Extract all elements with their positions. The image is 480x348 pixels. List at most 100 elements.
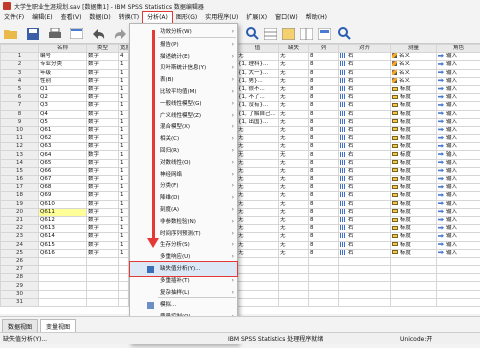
table-cell[interactable]: 无 xyxy=(237,192,279,200)
table-cell[interactable]: 无 xyxy=(279,241,309,249)
table-cell[interactable]: 输入 xyxy=(437,241,480,249)
table-cell[interactable] xyxy=(237,298,279,306)
table-cell[interactable]: 右 xyxy=(339,135,391,143)
table-cell[interactable]: 数字 xyxy=(87,69,119,77)
table-cell[interactable]: 无 xyxy=(279,216,309,224)
table-cell[interactable]: 标度 xyxy=(391,176,437,184)
table-cell[interactable]: 无 xyxy=(237,167,279,175)
menu-6[interactable]: 图形(G) xyxy=(172,12,201,23)
table-cell[interactable]: 无 xyxy=(279,225,309,233)
table-cell[interactable]: 输入 xyxy=(437,208,480,216)
table-cell[interactable]: 无 xyxy=(279,61,309,69)
table-cell[interactable]: 无 xyxy=(237,176,279,184)
table-cell[interactable]: 标度 xyxy=(391,143,437,151)
table-cell[interactable] xyxy=(87,290,119,298)
table-cell[interactable]: 无 xyxy=(279,233,309,241)
table-cell[interactable]: 无 xyxy=(279,126,309,134)
table-cell[interactable]: 右 xyxy=(339,53,391,61)
table-cell[interactable]: 1 xyxy=(119,118,129,126)
table-cell[interactable]: 专业分类 xyxy=(39,61,87,69)
table-cell[interactable]: 输入 xyxy=(437,176,480,184)
table-cell[interactable]: Q5 xyxy=(39,118,87,126)
table-cell[interactable]: 右 xyxy=(339,61,391,69)
table-cell[interactable] xyxy=(39,290,87,298)
table-cell[interactable] xyxy=(437,290,480,298)
menu-1[interactable]: 编辑(E) xyxy=(28,12,56,23)
table-cell[interactable]: Q62 xyxy=(39,135,87,143)
table-cell[interactable]: 标度 xyxy=(391,216,437,224)
table-cell[interactable]: 右 xyxy=(339,241,391,249)
table-cell[interactable] xyxy=(391,266,437,274)
table-cell[interactable] xyxy=(309,266,339,274)
table-cell[interactable] xyxy=(309,298,339,306)
table-cell[interactable]: 无 xyxy=(279,176,309,184)
table-cell[interactable]: 标度 xyxy=(391,135,437,143)
tab-variable-view[interactable]: 变量视图 xyxy=(40,319,76,332)
table-cell[interactable]: 标度 xyxy=(391,208,437,216)
table-cell[interactable] xyxy=(119,290,129,298)
table-cell[interactable] xyxy=(87,266,119,274)
table-cell[interactable]: 1 xyxy=(119,94,129,102)
table-cell[interactable]: 8 xyxy=(309,159,339,167)
table-cell[interactable]: 8 xyxy=(309,118,339,126)
table-cell[interactable]: 标度 xyxy=(391,159,437,167)
table-cell[interactable]: 8 xyxy=(309,69,339,77)
table-cell[interactable]: 右 xyxy=(339,167,391,175)
table-cell[interactable]: 无 xyxy=(279,135,309,143)
table-cell[interactable]: 8 xyxy=(309,126,339,134)
table-cell[interactable]: {1, 很不... xyxy=(237,85,279,93)
table-cell[interactable]: Q4 xyxy=(39,110,87,118)
table-cell[interactable]: 输入 xyxy=(437,143,480,151)
table-cell[interactable]: Q610 xyxy=(39,200,87,208)
table-cell[interactable]: 输入 xyxy=(437,77,480,85)
table-cell[interactable]: Q616 xyxy=(39,249,87,257)
table-cell[interactable]: 输入 xyxy=(437,118,480,126)
table-cell[interactable]: 数字 xyxy=(87,151,119,159)
table-cell[interactable] xyxy=(391,282,437,290)
search-icon[interactable] xyxy=(336,26,353,41)
table-cell[interactable]: 数字 xyxy=(87,85,119,93)
table-cell[interactable]: 无 xyxy=(237,208,279,216)
table-cell[interactable]: 标度 xyxy=(391,94,437,102)
table-cell[interactable]: 输入 xyxy=(437,135,480,143)
table-cell[interactable]: 8 xyxy=(309,102,339,110)
table-cell[interactable] xyxy=(391,290,437,298)
table-cell[interactable]: Q613 xyxy=(39,225,87,233)
table-cell[interactable]: 右 xyxy=(339,176,391,184)
table-cell[interactable]: 8 xyxy=(309,225,339,233)
table-cell[interactable]: 8 xyxy=(309,208,339,216)
table-cell[interactable]: 无 xyxy=(279,151,309,159)
table-cell[interactable]: 右 xyxy=(339,216,391,224)
table-cell[interactable]: 右 xyxy=(339,126,391,134)
table-cell[interactable]: Q67 xyxy=(39,176,87,184)
table-cell[interactable]: 数字 xyxy=(87,233,119,241)
table-cell[interactable]: Q65 xyxy=(39,159,87,167)
table-cell[interactable]: 8 xyxy=(309,110,339,118)
table-cell[interactable] xyxy=(87,282,119,290)
table-cell[interactable]: 数字 xyxy=(87,216,119,224)
menu-3[interactable]: 数据(D) xyxy=(85,12,114,23)
menu-0[interactable]: 文件(F) xyxy=(0,12,28,23)
table-cell[interactable] xyxy=(391,298,437,306)
table-cell[interactable]: 1 xyxy=(119,200,129,208)
menu-2[interactable]: 查看(V) xyxy=(57,12,86,23)
table-cell[interactable]: 8 xyxy=(309,135,339,143)
tab-data-view[interactable]: 数据视图 xyxy=(2,319,38,332)
table-cell[interactable]: {1, 大一}... xyxy=(237,69,279,77)
table-cell[interactable]: 无 xyxy=(279,184,309,192)
table-cell[interactable]: 输入 xyxy=(437,216,480,224)
table-cell[interactable]: 8 xyxy=(309,176,339,184)
table-cell[interactable]: Q69 xyxy=(39,192,87,200)
table-cell[interactable] xyxy=(437,266,480,274)
table-cell[interactable]: 右 xyxy=(339,225,391,233)
table-cell[interactable]: Q3 xyxy=(39,102,87,110)
table-cell[interactable]: Q2 xyxy=(39,94,87,102)
table-cell[interactable]: Q64 xyxy=(39,151,87,159)
table-cell[interactable]: 输入 xyxy=(437,200,480,208)
table-cell[interactable]: {1, 不了... xyxy=(237,94,279,102)
table-cell[interactable] xyxy=(237,290,279,298)
table-cell[interactable]: 无 xyxy=(237,241,279,249)
table-cell[interactable] xyxy=(437,257,480,265)
menu-5[interactable]: 分析(A) xyxy=(143,12,172,23)
table-cell[interactable] xyxy=(339,298,391,306)
